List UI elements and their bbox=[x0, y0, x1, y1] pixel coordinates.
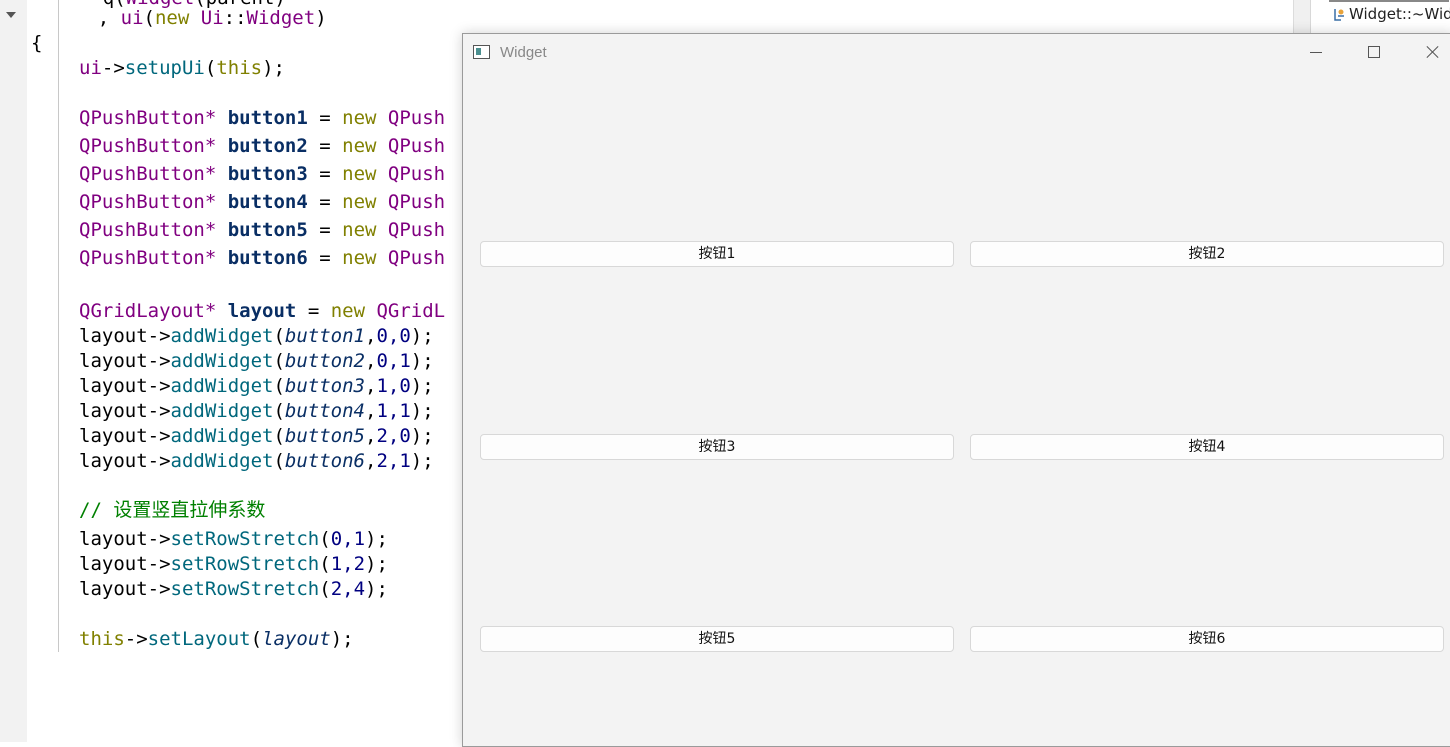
code-line: QPushButton* button1 = new QPush bbox=[79, 107, 446, 129]
code-line: layout->setRowStretch(1,2); bbox=[79, 553, 388, 575]
code-line: layout->addWidget(button1,0,0); bbox=[79, 325, 434, 347]
scope-guide-line bbox=[58, 0, 59, 652]
code-line: layout->addWidget(button3,1,0); bbox=[79, 375, 434, 397]
code-line: layout->setRowStretch(2,4); bbox=[79, 578, 388, 600]
outline-item-destructor[interactable]: Widget::~Widget bbox=[1349, 5, 1450, 23]
code-line: layout->setRowStretch(0,1); bbox=[79, 528, 388, 550]
code-line-init: , ui(new Ui::Widget) bbox=[52, 7, 327, 29]
code-line: layout->addWidget(button2,0,1); bbox=[79, 350, 434, 372]
code-line: QPushButton* button4 = new QPush bbox=[79, 191, 446, 213]
editor-gutter bbox=[0, 0, 27, 742]
window-title: Widget bbox=[500, 44, 547, 61]
code-area: q(Widget(parent) , ui(new Ui::Widget) {u… bbox=[27, 0, 445, 650]
code-line: QPushButton* button3 = new QPush bbox=[79, 163, 446, 185]
code-line: layout->addWidget(button6,2,1); bbox=[79, 450, 434, 472]
code-line: layout->addWidget(button4,1,1); bbox=[79, 400, 434, 422]
code-line: QPushButton* button5 = new QPush bbox=[79, 219, 446, 241]
code-line: QPushButton* button6 = new QPush bbox=[79, 247, 446, 269]
code-line: QPushButton* button2 = new QPush bbox=[79, 135, 446, 157]
push-button-3[interactable]: 按钮3 bbox=[480, 434, 954, 460]
app-window-icon bbox=[473, 45, 490, 59]
code-line: layout->addWidget(button5,2,0); bbox=[79, 425, 434, 447]
maximize-icon[interactable] bbox=[1359, 40, 1389, 64]
push-button-1[interactable]: 按钮1 bbox=[480, 241, 954, 267]
push-button-4[interactable]: 按钮4 bbox=[970, 434, 1444, 460]
code-line: this->setLayout(layout); bbox=[79, 628, 354, 650]
outline-selection-bar bbox=[1329, 0, 1449, 2]
method-icon bbox=[1334, 9, 1344, 21]
push-button-5[interactable]: 按钮5 bbox=[480, 626, 954, 652]
close-icon[interactable] bbox=[1418, 40, 1448, 64]
code-line: // 设置竖直拉伸系数 bbox=[79, 499, 266, 521]
code-line: { bbox=[31, 32, 43, 54]
window-titlebar[interactable]: Widget bbox=[463, 34, 1450, 70]
push-button-6[interactable]: 按钮6 bbox=[970, 626, 1444, 652]
code-line: QGridLayout* layout = new QGridL bbox=[79, 300, 446, 322]
code-line: ui->setupUi(this); bbox=[79, 57, 285, 79]
fold-arrow-icon[interactable] bbox=[6, 12, 16, 18]
widget-window: Widget 按钮1 按钮2 按钮3 按钮4 按钮5 按钮6 bbox=[462, 33, 1450, 747]
minimize-icon[interactable] bbox=[1301, 40, 1331, 64]
push-button-2[interactable]: 按钮2 bbox=[970, 241, 1444, 267]
